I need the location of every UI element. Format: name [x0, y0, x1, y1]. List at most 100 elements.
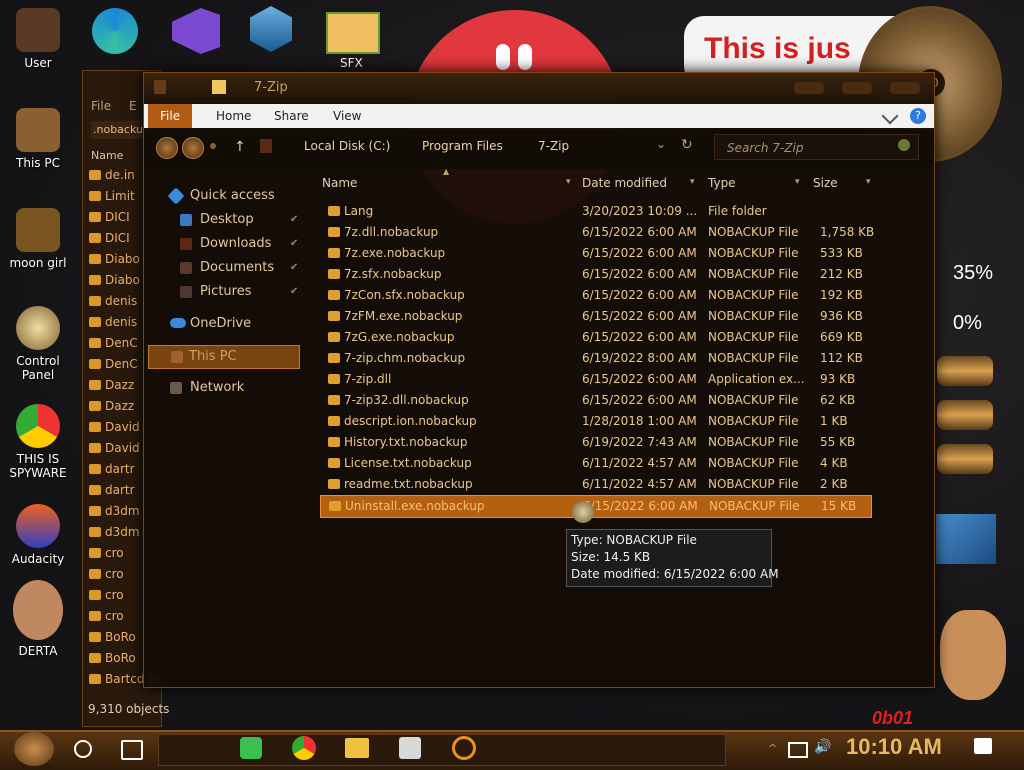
- file-date: 6/15/2022 6:00 AM: [582, 246, 697, 260]
- cloud-icon: [170, 318, 186, 328]
- file-date: 1/28/2018 1:00 AM: [582, 414, 697, 428]
- desktop-icon-this-pc[interactable]: This PC: [0, 108, 76, 170]
- column-header-date-modified[interactable]: Date modified: [582, 173, 667, 193]
- file-icon: [328, 458, 340, 468]
- breadcrumb-7zip[interactable]: 7-Zip: [538, 139, 569, 153]
- file-row[interactable]: 7zCon.sfx.nobackup 6/15/2022 6:00 AM NOBAC…: [320, 285, 870, 306]
- file-row[interactable]: 7-zip.chm.nobackup 6/19/2022 8:00 AM NOBAC…: [320, 348, 870, 369]
- file-size: 936 KB: [820, 309, 863, 323]
- search-icon[interactable]: [898, 139, 910, 151]
- file-row[interactable]: 7z.exe.nobackup 6/15/2022 6:00 AM NOBACKUP…: [320, 243, 870, 264]
- file-name: 7-zip.chm.nobackup: [344, 351, 466, 365]
- file-row[interactable]: 7-zip32.dll.nobackup 6/15/2022 6:00 AM NOB…: [320, 390, 870, 411]
- bg-tab-e[interactable]: E: [129, 99, 137, 113]
- taskbar-clock[interactable]: 10:10 AM: [846, 734, 942, 760]
- column-header-size[interactable]: Size: [813, 173, 838, 193]
- quick-access-toolbar-icon[interactable]: [154, 80, 166, 94]
- file-icon: [328, 374, 340, 384]
- lightbulb-icon: [16, 306, 60, 350]
- show-hidden-icons[interactable]: ^: [768, 742, 777, 755]
- nav-network[interactable]: Network: [144, 377, 304, 399]
- corner-text: 0b01: [872, 708, 914, 728]
- tab-file[interactable]: File: [148, 104, 193, 128]
- file-row[interactable]: 7-zip.dll 6/15/2022 6:00 AM Application ex…: [320, 369, 870, 390]
- file-type: NOBACKUP File: [708, 246, 799, 260]
- desktop-icon-control-panel[interactable]: Control Panel: [0, 306, 76, 382]
- breadcrumb-local-disk[interactable]: Local Disk (C:): [304, 139, 390, 153]
- file-row[interactable]: descript.ion.nobackup 1/28/2018 1:00 AM NO…: [320, 411, 870, 432]
- help-icon[interactable]: ?: [910, 108, 926, 124]
- desktop-icon-audacity[interactable]: Audacity: [0, 504, 76, 566]
- minimize-button[interactable]: [794, 82, 824, 94]
- up-arrow-icon[interactable]: ↑: [234, 139, 246, 155]
- breadcrumb-program-files[interactable]: Program Files: [422, 139, 503, 153]
- file-row[interactable]: Uninstall.exe.nobackup 6/15/2022 6:00 AM N…: [320, 495, 872, 518]
- address-dropdown-icon[interactable]: ⌄: [656, 137, 666, 151]
- file-date: 6/15/2022 6:00 AM: [582, 225, 697, 239]
- tab-view[interactable]: View: [321, 104, 373, 128]
- desktop-icon-label: THIS IS SPYWARE: [9, 452, 67, 480]
- search-input[interactable]: Search 7-Zip: [714, 134, 919, 160]
- nav-this-pc[interactable]: This PC: [148, 345, 300, 369]
- edge-icon[interactable]: [92, 8, 138, 54]
- desktop-icon-label: User: [24, 56, 52, 70]
- tab-home[interactable]: Home: [204, 104, 263, 128]
- window-title: 7-Zip: [254, 80, 288, 95]
- file-row[interactable]: License.txt.nobackup 6/11/2022 4:57 AM NOB…: [320, 453, 870, 474]
- file-row[interactable]: readme.txt.nobackup 6/11/2022 4:57 AM NOBA…: [320, 474, 870, 495]
- file-date: 6/15/2022 6:00 AM: [582, 267, 697, 281]
- column-header-name[interactable]: Name: [322, 173, 357, 193]
- notifications-icon[interactable]: [974, 738, 992, 754]
- desktop-icon-chrome[interactable]: THIS IS SPYWARE: [0, 404, 76, 480]
- back-button[interactable]: [156, 137, 178, 159]
- recent-locations-icon[interactable]: [210, 143, 216, 149]
- column-dropdown-icon[interactable]: ▾: [795, 177, 800, 187]
- desktop-icon-moon-girl[interactable]: moon girl: [0, 208, 76, 270]
- nav-quick-access[interactable]: Quick access: [144, 185, 304, 207]
- search-circle-icon[interactable]: [74, 740, 92, 758]
- network-tray-icon[interactable]: [788, 742, 808, 758]
- file-row[interactable]: Lang 3/20/2023 10:09 ... File folder: [320, 201, 870, 222]
- app-taskbar-icon[interactable]: [399, 737, 421, 759]
- pin-icon: ✔: [290, 286, 299, 297]
- user-folder-icon: [16, 8, 60, 52]
- volume-icon[interactable]: 🔊: [814, 739, 831, 755]
- bg-tab-file[interactable]: File: [91, 99, 111, 113]
- chrome-taskbar-icon[interactable]: [292, 736, 316, 760]
- network-icon: [170, 382, 182, 394]
- file-type: NOBACKUP File: [708, 351, 799, 365]
- refresh-icon[interactable]: ↻: [681, 137, 693, 153]
- steampunk-pipe-icon: [937, 400, 993, 430]
- start-button-icon[interactable]: [14, 732, 54, 766]
- task-view-icon[interactable]: [121, 740, 143, 760]
- column-dropdown-icon[interactable]: ▾: [866, 177, 871, 187]
- maximize-button[interactable]: [842, 82, 872, 94]
- nav-downloads[interactable]: Downloads ✔: [144, 233, 304, 255]
- tab-share[interactable]: Share: [262, 104, 321, 128]
- nav-desktop[interactable]: Desktop ✔: [144, 209, 304, 231]
- column-header-type[interactable]: Type: [708, 173, 736, 193]
- nav-documents[interactable]: Documents ✔: [144, 257, 304, 279]
- desktop-icon: [180, 214, 192, 226]
- file-explorer-taskbar-icon[interactable]: [345, 738, 369, 758]
- desktop-icon-derta[interactable]: DERTA: [0, 580, 76, 658]
- magnifier-taskbar-icon[interactable]: [452, 736, 476, 760]
- file-row[interactable]: History.txt.nobackup 6/19/2022 7:43 AM NOB…: [320, 432, 870, 453]
- column-dropdown-icon[interactable]: ▾: [566, 177, 571, 187]
- explorer-window-7zip[interactable]: 7-Zip File Home Share View ? ↑ Local Dis…: [143, 72, 935, 688]
- nav-onedrive[interactable]: OneDrive: [144, 313, 304, 335]
- file-row[interactable]: 7z.dll.nobackup 6/15/2022 6:00 AM NOBACKUP…: [320, 222, 874, 243]
- close-button[interactable]: [890, 82, 920, 94]
- desktop-icon-user[interactable]: User: [0, 8, 76, 70]
- file-row[interactable]: 7z.sfx.nobackup 6/15/2022 6:00 AM NOBACKUP…: [320, 264, 870, 285]
- nav-pictures[interactable]: Pictures ✔: [144, 281, 304, 303]
- column-dropdown-icon[interactable]: ▾: [690, 177, 695, 187]
- file-row[interactable]: 7zG.exe.nobackup 6/15/2022 6:00 AM NOBACKU…: [320, 327, 870, 348]
- file-icon: [328, 227, 340, 237]
- notes-app-icon[interactable]: [240, 737, 262, 759]
- hxd-icon[interactable]: [326, 12, 380, 54]
- file-date: 6/15/2022 6:00 AM: [582, 288, 697, 302]
- file-row[interactable]: 7zFM.exe.nobackup 6/15/2022 6:00 AM NOBACK…: [320, 306, 870, 327]
- forward-button[interactable]: [182, 137, 204, 159]
- title-bar[interactable]: 7-Zip: [144, 73, 934, 103]
